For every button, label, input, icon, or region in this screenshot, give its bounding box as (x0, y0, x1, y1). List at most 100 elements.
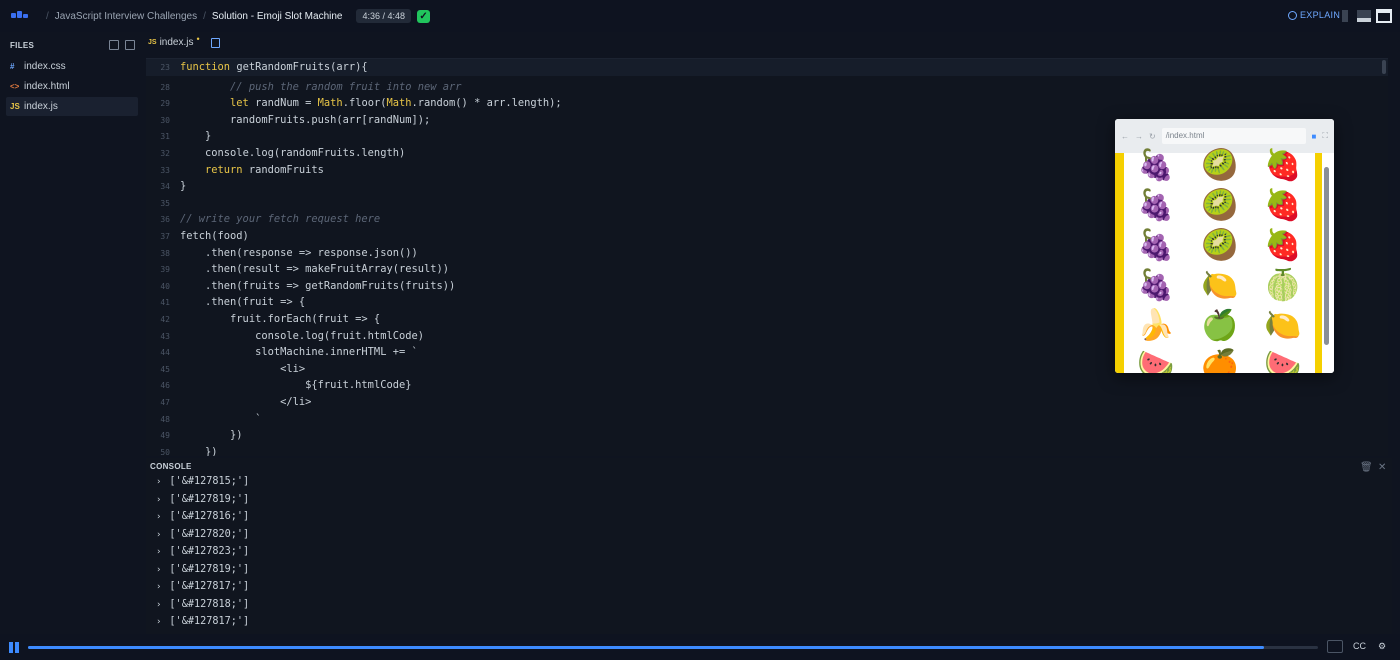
layout-split-icon[interactable] (1357, 9, 1371, 23)
new-file-icon[interactable] (210, 37, 220, 48)
code-text: .then(response => response.json()) (205, 246, 418, 259)
expand-icon[interactable]: ⛶ (1322, 131, 1328, 141)
fruit-emoji: 🍇 (1137, 189, 1175, 222)
code-text: } (205, 130, 212, 143)
expand-chevron-icon[interactable]: › (156, 512, 161, 522)
pin-icon[interactable]: ■ (1312, 132, 1317, 141)
code-text: let randNum = Math.floor(Math.random() *… (230, 97, 562, 110)
code-line[interactable]: 49 }) (146, 427, 1388, 444)
files-heading: FILES (10, 41, 35, 50)
code-text: ${fruit.htmlCode} (305, 379, 412, 392)
expand-chevron-icon[interactable]: › (156, 547, 161, 557)
code-text: .then(fruit => { (205, 296, 306, 309)
progress-bar[interactable] (28, 646, 1318, 649)
expand-chevron-icon[interactable]: › (156, 477, 161, 487)
pause-button[interactable] (9, 642, 20, 653)
console-log-line: › ['&#127820;'] (156, 526, 249, 543)
line-number: 29 (160, 99, 170, 109)
expand-chevron-icon[interactable]: › (156, 582, 161, 592)
line-number: 49 (160, 431, 170, 441)
code-text: randomFruits.push(arr[randNum]); (230, 113, 431, 126)
code-text: slotMachine.innerHTML += ` (255, 346, 418, 359)
slot-border-left (1115, 153, 1124, 373)
file-name: index.js (24, 101, 58, 112)
file-index-html[interactable]: <> index.html (6, 77, 138, 96)
console-log-line: › ['&#127815;'] (156, 473, 249, 490)
console-log-line: › ['&#127823;'] (156, 543, 249, 560)
explain-icon (1288, 10, 1297, 20)
browser-preview[interactable]: ← → ↻ /index.html ■ ⛶ 🍇 🥝 🍓 🍇 🥝 🍓 🍇 🥝 🍓 🍇 🍋 🍈 🍌 🍏 🍋 🍉 🍊 🍉 (1115, 119, 1334, 373)
line-number: 48 (160, 414, 170, 424)
fruit-emoji: 🍇 (1137, 269, 1175, 302)
close-console-icon[interactable]: ✕ (1378, 462, 1387, 473)
code-line[interactable]: 23 function getRandomFruits(arr){ (146, 59, 1388, 76)
line-number: 32 (160, 149, 170, 158)
forward-icon[interactable]: → (1135, 132, 1143, 141)
tab-index-js[interactable]: JS index.js • (148, 34, 220, 48)
expand-chevron-icon[interactable]: › (156, 495, 161, 505)
code-text: // push the random fruit into new arr (230, 80, 462, 93)
breadcrumb-course[interactable]: JavaScript Interview Challenges (55, 11, 197, 22)
fruit-emoji: 🥝 (1201, 229, 1239, 262)
preview-url-input[interactable]: /index.html (1161, 128, 1306, 144)
new-folder-icon[interactable] (125, 40, 135, 50)
clear-console-icon[interactable]: 🗑 (1360, 462, 1373, 473)
line-number: 37 (160, 232, 170, 241)
log-value: ['&#127819;'] (169, 493, 250, 505)
code-text: function getRandomFruits(arr){ (180, 61, 368, 73)
code-line[interactable]: 50 }) (146, 444, 1388, 456)
console-panel: CONSOLE 🗑 ✕ › ['&#127815;'] › ['&#127819;']… (146, 458, 1392, 634)
fruit-emoji: 🍉 (1137, 349, 1175, 373)
back-icon[interactable]: ← (1121, 132, 1129, 141)
line-number: 36 (160, 215, 170, 225)
code-text: fruit.forEach(fruit => { (230, 313, 381, 325)
file-name: index.html (24, 81, 70, 92)
slot-border-right (1315, 153, 1322, 373)
code-line[interactable]: 28 // push the random fruit into new arr (146, 79, 1388, 96)
code-text: // write your fetch request here (180, 213, 381, 226)
code-text: </li> (280, 396, 312, 408)
code-line[interactable]: 48 ` (146, 411, 1388, 428)
expand-chevron-icon[interactable]: › (156, 530, 161, 540)
fruit-emoji: 🍓 (1264, 229, 1302, 262)
console-log-line: › ['&#127818;'] (156, 596, 249, 613)
speed-icon[interactable] (1327, 640, 1343, 653)
expand-chevron-icon[interactable]: › (156, 617, 161, 627)
top-bar: / JavaScript Interview Challenges / Solu… (0, 0, 1400, 32)
fruit-emoji: 🍉 (1264, 349, 1302, 373)
new-file-icon[interactable] (109, 40, 119, 50)
fruit-emoji: 🥝 (1201, 189, 1239, 222)
line-number: 47 (160, 398, 170, 407)
code-text: console.log(fruit.htmlCode) (255, 329, 424, 342)
scrimba-logo[interactable] (0, 0, 40, 32)
fruit-emoji: 🍏 (1201, 309, 1239, 342)
expand-chevron-icon[interactable]: › (156, 565, 161, 575)
expand-chevron-icon[interactable]: › (156, 600, 161, 610)
line-number: 42 (160, 315, 170, 324)
layout-toggle-icon[interactable] (1338, 9, 1352, 23)
code-line[interactable]: 29 let randNum = Math.floor(Math.random(… (146, 95, 1388, 112)
fruit-emoji: 🍇 (1137, 229, 1175, 262)
console-log-line: › ['&#127817;'] (156, 613, 249, 630)
code-line[interactable]: 47 </li> (146, 394, 1388, 411)
console-log-line: › ['&#127819;'] (156, 561, 249, 578)
fruit-emoji: 🍋 (1201, 269, 1239, 302)
line-number: 34 (160, 182, 170, 192)
console-log-line: › ['&#127816;'] (156, 508, 249, 525)
code-text: fetch(food) (180, 230, 249, 242)
fruit-emoji: 🍇 (1137, 149, 1175, 182)
code-line[interactable]: 46 ${fruit.htmlCode} (146, 377, 1388, 394)
file-index-css[interactable]: # index.css (6, 57, 138, 76)
reload-icon[interactable]: ↻ (1149, 132, 1156, 141)
breadcrumb: / JavaScript Interview Challenges / Solu… (40, 11, 342, 22)
line-number: 31 (160, 132, 170, 142)
line-number: 35 (160, 198, 170, 208)
tab-label: index.js (159, 37, 194, 48)
captions-button[interactable]: CC (1353, 641, 1366, 651)
file-index-js[interactable]: JS index.js (6, 97, 138, 116)
settings-icon[interactable]: ⚙ (1378, 641, 1386, 652)
preview-scrollbar[interactable] (1324, 167, 1329, 345)
explain-button[interactable]: EXPLAIN (1288, 10, 1340, 20)
layout-full-icon[interactable] (1376, 9, 1392, 23)
editor-scrollbar[interactable] (1382, 60, 1386, 74)
